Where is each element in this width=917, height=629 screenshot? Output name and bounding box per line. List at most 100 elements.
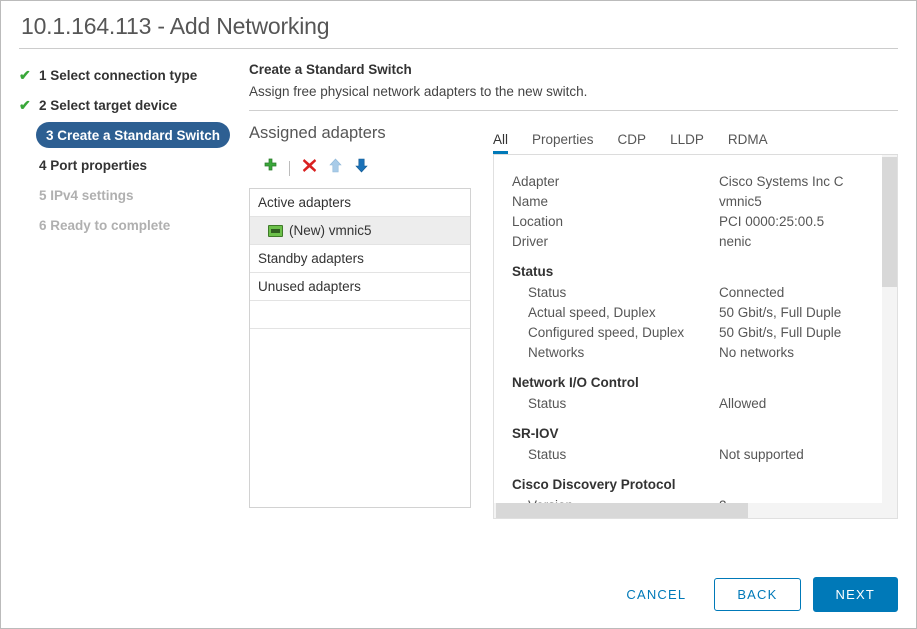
wizard-main-panel: Create a Standard Switch Assign free phy… xyxy=(249,62,916,519)
window-title: 10.1.164.113 - Add Networking xyxy=(21,13,330,39)
adapters-list[interactable]: Active adapters (New) vmnic5 Standby adapt… xyxy=(249,188,471,508)
wizard-step-label: 1 Select connection type xyxy=(39,67,198,83)
wizard-body: ✔ 1 Select connection type ✔ 2 Select targe… xyxy=(1,49,916,519)
details-scroll-content: Adapter Cisco Systems Inc C Name vmnic5 Loca… xyxy=(494,155,897,518)
details-section: Network I/O Control Status Allowed xyxy=(494,375,897,413)
wizard-step-2[interactable]: ✔ 2 Select target device xyxy=(19,92,249,118)
remove-adapter-button[interactable] xyxy=(296,157,322,179)
details-row-key: Status xyxy=(528,395,567,411)
page-subtitle: Assign free physical network adapters to… xyxy=(249,84,588,99)
step-check-placeholder: ✔ xyxy=(19,158,37,172)
details-row-value: Connected xyxy=(719,284,785,300)
adapters-toolbar xyxy=(249,155,471,181)
adapter-group-header: Unused adapters xyxy=(250,273,470,301)
header-divider xyxy=(249,110,898,111)
plus-icon xyxy=(263,158,278,178)
details-tab-cdp[interactable]: CDP xyxy=(618,132,647,154)
details-section-title: SR-IOV xyxy=(512,426,559,441)
details-row-key: Adapter xyxy=(512,173,560,189)
details-row: Location PCI 0000:25:00.5 xyxy=(494,211,897,231)
adapter-list-item-label: (New) vmnic5 xyxy=(289,223,372,238)
assigned-adapters-title: Assigned adapters xyxy=(249,124,386,142)
add-adapter-button[interactable] xyxy=(257,157,283,179)
x-icon xyxy=(302,158,317,178)
wizard-step-4[interactable]: ✔4 Port properties xyxy=(19,152,249,178)
details-vertical-scrollbar-thumb[interactable] xyxy=(882,157,897,287)
step-check-icon: ✔ xyxy=(19,97,31,113)
page-title: Create a Standard Switch xyxy=(249,62,412,77)
next-button[interactable]: NEXT xyxy=(812,577,898,612)
wizard-step-label: 4 Port properties xyxy=(39,157,148,173)
wizard-footer: CANCEL BACK NEXT xyxy=(610,577,898,612)
adapter-group-header: Standby adapters xyxy=(250,245,470,273)
details-row-key: Location xyxy=(512,213,564,229)
details-row-key: Actual speed, Duplex xyxy=(528,304,656,320)
details-row-value: Cisco Systems Inc C xyxy=(719,173,844,189)
adapter-list-item[interactable]: (New) vmnic5 xyxy=(250,217,470,245)
details-horizontal-scrollbar[interactable] xyxy=(494,503,897,518)
details-row-key: Status xyxy=(528,284,567,300)
details-tab-rdma[interactable]: RDMA xyxy=(728,132,768,154)
arrow-up-icon xyxy=(328,158,343,178)
details-section-title: Status xyxy=(512,264,554,279)
move-down-button[interactable] xyxy=(348,157,374,179)
details-section: SR-IOV Status Not supported xyxy=(494,426,897,464)
details-section-title: Network I/O Control xyxy=(512,375,639,390)
panes-row: Assigned adapters Active adapters (New) … xyxy=(249,124,898,519)
details-row-key: Driver xyxy=(512,233,548,249)
details-row: Adapter Cisco Systems Inc C xyxy=(494,171,897,191)
details-section-title: Cisco Discovery Protocol xyxy=(512,477,676,492)
wizard-step-1[interactable]: ✔ 1 Select connection type xyxy=(19,62,249,88)
move-up-button[interactable] xyxy=(322,157,348,179)
details-section: Status Status Connected Actual speed, Duple… xyxy=(494,264,897,362)
details-row-value: PCI 0000:25:00.5 xyxy=(719,213,825,229)
step-check-icon: ✔ xyxy=(19,67,31,83)
step-check-placeholder: ✔ xyxy=(19,188,37,202)
arrow-down-icon xyxy=(354,158,369,178)
details-row: Status Connected xyxy=(494,282,897,302)
wizard-step-3[interactable]: 3 Create a Standard Switch xyxy=(36,122,231,148)
window-title-bar: 10.1.164.113 - Add Networking xyxy=(1,1,916,40)
details-content-wrap: Adapter Cisco Systems Inc C Name vmnic5 Loca… xyxy=(493,155,898,519)
details-row: Status Allowed xyxy=(494,393,897,413)
details-tabs: All Properties CDP LLDP RDMA xyxy=(493,124,898,155)
details-row: Name vmnic5 xyxy=(494,191,897,211)
details-row-key: Configured speed, Duplex xyxy=(528,324,685,340)
adapter-details-pane: All Properties CDP LLDP RDMA Adapter Cisco Sy… xyxy=(493,124,898,519)
details-row-value: Not supported xyxy=(719,446,804,462)
details-row-value: vmnic5 xyxy=(719,193,762,209)
wizard-step-label: 3 Create a Standard Switch xyxy=(46,127,221,143)
adapter-list-empty-row xyxy=(250,301,470,329)
details-row-key: Name xyxy=(512,193,549,209)
details-row-key: Status xyxy=(528,446,567,462)
details-tab-lldp[interactable]: LLDP xyxy=(670,132,704,154)
details-row: Actual speed, Duplex 50 Gbit/s, Full Dupl… xyxy=(494,302,897,322)
details-row: Status Not supported xyxy=(494,444,897,464)
details-tab-all[interactable]: All xyxy=(493,132,509,154)
step-check-placeholder: ✔ xyxy=(19,218,37,232)
adapter-group-header: Active adapters xyxy=(250,189,470,217)
toolbar-separator xyxy=(289,160,290,176)
details-row-value: 50 Gbit/s, Full Duple xyxy=(719,304,842,320)
wizard-step-label: 2 Select target device xyxy=(39,97,178,113)
details-row-key: Networks xyxy=(528,344,585,360)
wizard-step-label: 5 IPv4 settings xyxy=(39,187,134,203)
details-tab-properties[interactable]: Properties xyxy=(532,132,594,154)
details-section: Adapter Cisco Systems Inc C Name vmnic5 Loca… xyxy=(494,171,897,251)
wizard-step-label: 6 Ready to complete xyxy=(39,217,171,233)
details-row-value: nenic xyxy=(719,233,752,249)
details-vertical-scrollbar[interactable] xyxy=(882,155,897,518)
wizard-step-5[interactable]: ✔5 IPv4 settings xyxy=(19,182,249,208)
assigned-adapters-pane: Assigned adapters Active adapters (New) … xyxy=(249,124,493,508)
details-row-value: Allowed xyxy=(719,395,767,411)
details-row: Driver nenic xyxy=(494,231,897,251)
cancel-button[interactable]: CANCEL xyxy=(610,579,702,610)
details-row: Configured speed, Duplex 50 Gbit/s, Full … xyxy=(494,322,897,342)
details-horizontal-scrollbar-thumb[interactable] xyxy=(496,503,748,518)
nic-card-icon xyxy=(268,224,283,237)
wizard-step-6[interactable]: ✔6 Ready to complete xyxy=(19,212,249,238)
details-row-value: No networks xyxy=(719,344,795,360)
wizard-step-list: ✔ 1 Select connection type ✔ 2 Select targe… xyxy=(1,62,249,242)
add-networking-wizard: 10.1.164.113 - Add Networking ✔ 1 Select … xyxy=(0,0,917,629)
back-button[interactable]: BACK xyxy=(714,578,801,611)
